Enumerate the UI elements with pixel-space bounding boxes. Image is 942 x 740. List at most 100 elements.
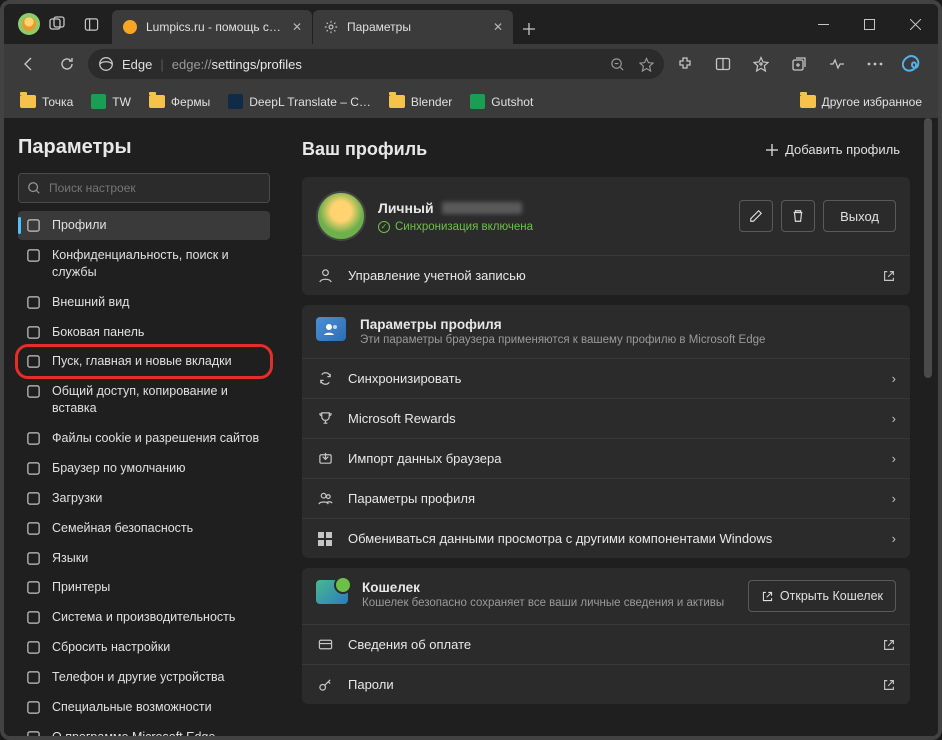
nav-item-11[interactable]: Принтеры (18, 573, 270, 602)
nav-icon (26, 521, 42, 536)
nav-item-12[interactable]: Система и производительность (18, 603, 270, 632)
folder-icon (149, 95, 165, 108)
favorites-icon[interactable] (744, 47, 778, 81)
scrollbar[interactable] (920, 118, 938, 740)
nav-item-14[interactable]: Телефон и другие устройства (18, 663, 270, 692)
toolbar: Edge | edge://settings/profiles (4, 44, 938, 84)
logout-button[interactable]: Выход (823, 200, 896, 232)
nav-item-3[interactable]: Боковая панель (18, 318, 270, 347)
nav-item-4[interactable]: Пуск, главная и новые вкладки (18, 347, 270, 376)
collections-icon[interactable] (782, 47, 816, 81)
search-icon (27, 181, 41, 195)
nav-icon (26, 354, 42, 369)
health-icon[interactable] (820, 47, 854, 81)
zoom-icon[interactable] (610, 57, 625, 72)
gear-icon (323, 19, 339, 35)
search-input[interactable] (18, 173, 270, 203)
minimize-button[interactable] (800, 4, 846, 44)
copilot-icon[interactable] (896, 47, 930, 81)
nav-item-8[interactable]: Загрузки (18, 484, 270, 513)
favorite-star-icon[interactable] (639, 57, 654, 72)
chevron-right-icon: › (892, 371, 896, 386)
address-bar[interactable]: Edge | edge://settings/profiles (88, 49, 664, 79)
add-profile-button[interactable]: Добавить профиль (755, 136, 910, 163)
page-title: Ваш профиль (302, 139, 427, 160)
payment-row[interactable]: Сведения об оплате (302, 624, 910, 664)
nav-icon (26, 551, 42, 566)
passwords-row[interactable]: Пароли (302, 664, 910, 704)
nav-item-16[interactable]: О программе Microsoft Edge (18, 723, 270, 740)
sync-status: ✓ Синхронизация включена (378, 221, 727, 233)
maximize-button[interactable] (846, 4, 892, 44)
nav-icon (26, 325, 42, 340)
nav-item-10[interactable]: Языки (18, 544, 270, 573)
scrollbar-thumb[interactable] (924, 118, 932, 378)
sync-row[interactable]: Синхронизировать› (302, 358, 910, 398)
nav-item-9[interactable]: Семейная безопасность (18, 514, 270, 543)
nav-item-5[interactable]: Общий доступ, копирование и вставка (18, 377, 270, 423)
back-button[interactable] (12, 47, 46, 81)
edit-profile-button[interactable] (739, 200, 773, 232)
fav-deepl[interactable]: DeepL Translate – C… (222, 90, 377, 113)
profile-settings-row[interactable]: Параметры профиля› (302, 478, 910, 518)
nav-icon (26, 295, 42, 310)
wallet-badge-icon (316, 580, 348, 604)
plus-icon (765, 143, 779, 157)
nav-item-6[interactable]: Файлы cookie и разрешения сайтов (18, 424, 270, 453)
profile-avatar (316, 191, 366, 241)
profile-avatar-small[interactable] (18, 13, 40, 35)
manage-account-row[interactable]: Управление учетной записью (302, 255, 910, 295)
split-screen-icon[interactable] (706, 47, 740, 81)
url-scheme: edge:// (172, 57, 212, 72)
vertical-tabs-icon[interactable] (74, 17, 108, 32)
fav-blender[interactable]: Blender (383, 91, 458, 113)
person-icon (316, 268, 334, 283)
nav-item-7[interactable]: Браузер по умолчанию (18, 454, 270, 483)
tab-settings[interactable]: Параметры ✕ (313, 10, 513, 44)
close-icon[interactable]: ✕ (292, 20, 302, 34)
main-panel: Ваш профиль Добавить профиль Личный ✓ Си… (284, 118, 920, 740)
window-controls (800, 4, 938, 44)
fav-gutshot[interactable]: Gutshot (464, 90, 539, 113)
import-row[interactable]: Импорт данных браузера› (302, 438, 910, 478)
content: Параметры ПрофилиКонфиденциальность, пои… (4, 118, 938, 740)
nav-item-15[interactable]: Специальные возможности (18, 693, 270, 722)
folder-icon (389, 95, 405, 108)
chevron-right-icon: › (892, 411, 896, 426)
share-data-row[interactable]: Обмениваться данными просмотра с другими… (302, 518, 910, 558)
rewards-row[interactable]: Microsoft Rewards› (302, 398, 910, 438)
delete-profile-button[interactable] (781, 200, 815, 232)
nav-item-0[interactable]: Профили (18, 211, 270, 240)
edge-logo-icon (98, 56, 114, 72)
fav-tw[interactable]: TW (85, 90, 137, 113)
nav-item-2[interactable]: Внешний вид (18, 288, 270, 317)
nav-list: ПрофилиКонфиденциальность, поиск и служб… (18, 211, 270, 740)
close-button[interactable] (892, 4, 938, 44)
nav-icon (26, 431, 42, 446)
open-wallet-button[interactable]: Открыть Кошелек (748, 580, 896, 612)
tab-lumpics[interactable]: Lumpics.ru - помощь с компьюте ✕ (112, 10, 312, 44)
nav-icon (26, 580, 42, 595)
settings-sidebar: Параметры ПрофилиКонфиденциальность, пои… (4, 118, 284, 740)
fav-tochka[interactable]: Точка (14, 91, 79, 113)
people-icon (316, 491, 334, 506)
fav-farms[interactable]: Фермы (143, 91, 216, 113)
close-icon[interactable]: ✕ (493, 20, 503, 34)
favicon (228, 94, 243, 109)
nav-icon (26, 700, 42, 715)
windows-icon (316, 532, 334, 546)
nav-icon (26, 384, 42, 399)
menu-icon[interactable] (858, 47, 892, 81)
folder-icon (20, 95, 36, 108)
nav-item-13[interactable]: Сбросить настройки (18, 633, 270, 662)
external-link-icon (882, 678, 896, 692)
fav-other[interactable]: Другое избранное (794, 91, 928, 113)
new-tab-button[interactable] (514, 14, 544, 44)
tab-title: Lumpics.ru - помощь с компьюте (146, 20, 284, 34)
extensions-icon[interactable] (668, 47, 702, 81)
external-link-icon (882, 638, 896, 652)
nav-item-1[interactable]: Конфиденциальность, поиск и службы (18, 241, 270, 287)
refresh-button[interactable] (50, 47, 84, 81)
workspaces-icon[interactable] (40, 16, 74, 32)
search-field[interactable] (49, 181, 261, 195)
